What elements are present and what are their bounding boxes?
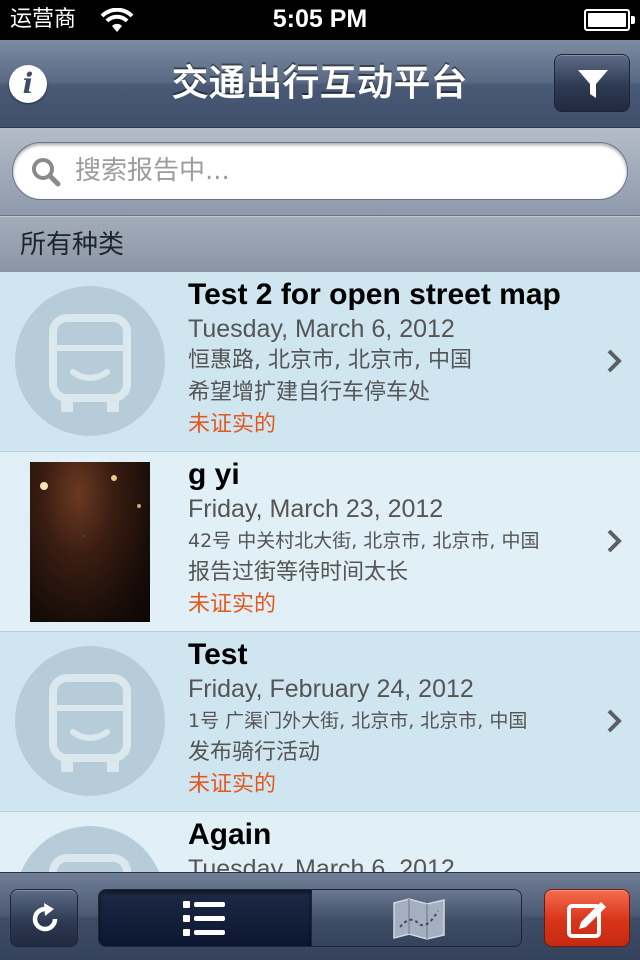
report-status: 未证实的 (188, 592, 277, 617)
report-description: 发布骑行活动 (188, 740, 321, 765)
chevron-right-icon (607, 709, 622, 733)
bus-placeholder-icon (15, 286, 165, 436)
battery-icon (584, 9, 635, 31)
report-address: 1号 广渠门外大街, 北京市, 北京市, 中国 (188, 710, 528, 732)
chevron-right-icon (607, 529, 622, 553)
map-view-tab[interactable] (311, 890, 521, 946)
refresh-icon (32, 903, 58, 932)
compose-report-icon (567, 902, 606, 938)
chevron-right-icon (607, 349, 622, 373)
search-bar (0, 128, 640, 216)
section-title: 所有种类 (20, 230, 125, 260)
report-row[interactable]: g yi Friday, March 23, 2012 42号 中关村北大街, … (0, 452, 640, 632)
report-description: 希望增扩建自行车停车处 (188, 380, 431, 405)
report-status: 未证实的 (188, 412, 277, 437)
filter-funnel-icon (578, 70, 608, 98)
search-icon (32, 158, 61, 187)
page-title: 交通出行互动平台 (171, 63, 468, 104)
report-description: 报告过街等待时间太长 (188, 560, 409, 585)
report-title: g yi (188, 458, 240, 491)
report-address: 恒惠路, 北京市, 北京市, 中国 (188, 348, 472, 373)
report-date: Friday, March 23, 2012 (188, 495, 444, 523)
report-row[interactable]: Again Tuesday, March 6, 2012 (0, 812, 640, 872)
list-view-icon (183, 901, 225, 936)
list-view-tab[interactable] (99, 890, 311, 946)
report-address: 42号 中关村北大街, 北京市, 北京市, 中国 (188, 530, 540, 552)
view-switcher (98, 889, 522, 947)
report-date: Tuesday, March 6, 2012 (188, 855, 455, 872)
section-header: 所有种类 (0, 216, 640, 272)
map-view-icon (393, 898, 445, 940)
info-icon[interactable]: i (9, 65, 47, 103)
status-time: 5:05 PM (272, 5, 368, 33)
search-field[interactable] (12, 142, 628, 200)
search-input[interactable] (75, 151, 605, 191)
report-title: Again (188, 818, 272, 851)
bus-placeholder-icon (15, 826, 165, 872)
bus-placeholder-icon (15, 646, 165, 796)
report-list[interactable]: Test 2 for open street map Tuesday, Marc… (0, 272, 640, 872)
report-row[interactable]: Test 2 for open street map Tuesday, Marc… (0, 272, 640, 452)
compose-report-button[interactable] (544, 889, 630, 947)
report-title: Test (188, 638, 248, 671)
status-bar: 运营商 5:05 PM (0, 0, 640, 40)
bottom-toolbar (0, 872, 640, 960)
refresh-button[interactable] (10, 889, 78, 947)
report-title: Test 2 for open street map (188, 278, 561, 311)
filter-button[interactable] (554, 54, 630, 112)
report-row[interactable]: Test Friday, February 24, 2012 1号 广渠门外大街… (0, 632, 640, 812)
report-photo (30, 462, 150, 622)
navigation-bar: i 交通出行互动平台 (0, 40, 640, 128)
report-date: Tuesday, March 6, 2012 (188, 315, 455, 343)
report-status: 未证实的 (188, 772, 277, 797)
report-date: Friday, February 24, 2012 (188, 675, 474, 703)
